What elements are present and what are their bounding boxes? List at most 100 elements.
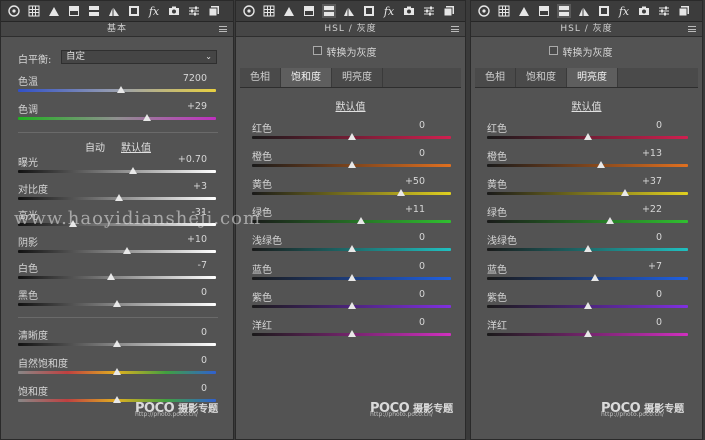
slider-thumb[interactable]: [122, 246, 131, 254]
slider-value[interactable]: -7: [167, 260, 207, 271]
default-button[interactable]: 默认值: [572, 98, 602, 113]
slider-thumb[interactable]: [620, 189, 629, 197]
slider-value[interactable]: +22: [622, 204, 662, 215]
slider-value[interactable]: +3: [167, 181, 207, 192]
panel-menu-icon[interactable]: [219, 26, 227, 32]
panel-menu-icon[interactable]: [451, 26, 459, 32]
slider-thumb[interactable]: [605, 217, 614, 225]
slider-thumb[interactable]: [113, 396, 121, 403]
hsl-icon[interactable]: [322, 4, 336, 18]
slider-thumb[interactable]: [347, 301, 356, 309]
slider-track[interactable]: [487, 164, 688, 168]
slider-thumb[interactable]: [142, 114, 151, 121]
slider-value[interactable]: +7: [622, 261, 662, 272]
split-toning-icon[interactable]: [67, 4, 81, 18]
slider-value[interactable]: +29: [167, 101, 207, 112]
slider-value[interactable]: +10: [167, 234, 207, 245]
slider-track[interactable]: [487, 220, 688, 224]
default-button[interactable]: 默认值: [336, 98, 366, 113]
slider-thumb[interactable]: [114, 193, 123, 201]
panel-menu-icon[interactable]: [688, 26, 696, 32]
slider-thumb[interactable]: [583, 301, 592, 309]
camera-icon[interactable]: [402, 4, 416, 18]
detail-icon[interactable]: [577, 4, 591, 18]
slider-track[interactable]: [487, 276, 688, 280]
slider-value[interactable]: 0: [622, 317, 662, 328]
slider-thumb[interactable]: [116, 86, 125, 93]
slider-value[interactable]: 0: [167, 287, 207, 298]
slider-value[interactable]: +0.70: [167, 154, 207, 165]
detail-icon[interactable]: [107, 4, 121, 18]
slider-thumb[interactable]: [583, 245, 592, 253]
slider-value[interactable]: 0: [385, 232, 425, 243]
slider-thumb[interactable]: [107, 273, 116, 280]
slider-value[interactable]: 0: [167, 383, 207, 394]
camera-icon[interactable]: [167, 4, 181, 18]
slider-thumb[interactable]: [347, 273, 356, 281]
tone-curve-icon[interactable]: [517, 4, 531, 18]
split-toning-icon[interactable]: [537, 4, 551, 18]
lens-icon[interactable]: [127, 4, 141, 18]
fx-icon[interactable]: fx: [617, 4, 631, 18]
slider-thumb[interactable]: [347, 133, 356, 140]
hsl-icon[interactable]: [557, 4, 571, 18]
tab-hue[interactable]: 色相: [475, 68, 516, 87]
slider-value[interactable]: 0: [385, 317, 425, 328]
slider-thumb[interactable]: [397, 189, 406, 197]
slider-value[interactable]: 0: [385, 148, 425, 159]
slider-value[interactable]: +11: [385, 204, 425, 215]
grid-icon[interactable]: [262, 4, 276, 18]
tab-saturation[interactable]: 饱和度: [281, 68, 332, 87]
aperture-icon[interactable]: [242, 4, 256, 18]
grayscale-checkbox[interactable]: [312, 46, 322, 55]
split-toning-icon[interactable]: [302, 4, 316, 18]
tone-curve-icon[interactable]: [47, 4, 61, 18]
sliders-icon[interactable]: [657, 4, 671, 18]
slider-track[interactable]: [252, 192, 451, 196]
slider-track[interactable]: [18, 276, 216, 279]
slider-value[interactable]: 0: [167, 327, 207, 338]
slider-value[interactable]: 7200: [167, 73, 207, 84]
presets-icon[interactable]: [207, 4, 221, 18]
slider-value[interactable]: 0: [385, 289, 425, 300]
tone-curve-icon[interactable]: [282, 4, 296, 18]
slider-value[interactable]: +50: [385, 176, 425, 187]
aperture-icon[interactable]: [477, 4, 491, 18]
slider-thumb[interactable]: [113, 368, 121, 375]
slider-thumb[interactable]: [347, 329, 356, 337]
slider-track[interactable]: [18, 117, 216, 120]
detail-icon[interactable]: [342, 4, 356, 18]
slider-thumb[interactable]: [583, 329, 592, 337]
slider-value[interactable]: 0: [385, 261, 425, 272]
slider-thumb[interactable]: [128, 167, 137, 174]
grayscale-checkbox[interactable]: [548, 46, 558, 55]
slider-thumb[interactable]: [113, 299, 121, 307]
grid-icon[interactable]: [27, 4, 41, 18]
aperture-icon[interactable]: [7, 4, 21, 18]
auto-button[interactable]: 自动: [85, 139, 105, 154]
hsl-icon[interactable]: [87, 4, 101, 18]
slider-track[interactable]: [18, 249, 216, 253]
slider-thumb[interactable]: [590, 273, 599, 281]
presets-icon[interactable]: [677, 4, 691, 18]
slider-value[interactable]: +13: [622, 148, 662, 159]
fx-icon[interactable]: fx: [147, 4, 161, 18]
lens-icon[interactable]: [597, 4, 611, 18]
sliders-icon[interactable]: [422, 4, 436, 18]
slider-value[interactable]: 0: [167, 355, 207, 366]
white-balance-select[interactable]: 自定 ⌄: [61, 50, 217, 64]
slider-value[interactable]: 0: [622, 232, 662, 243]
fx-icon[interactable]: fx: [382, 4, 396, 18]
tab-hue[interactable]: 色相: [240, 68, 281, 87]
slider-track[interactable]: [18, 170, 216, 173]
slider-thumb[interactable]: [357, 217, 366, 225]
slider-track[interactable]: [487, 192, 688, 196]
tab-luminance[interactable]: 明亮度: [332, 68, 383, 87]
camera-icon[interactable]: [637, 4, 651, 18]
slider-value[interactable]: 0: [385, 120, 425, 131]
lens-icon[interactable]: [362, 4, 376, 18]
grid-icon[interactable]: [497, 4, 511, 18]
slider-track[interactable]: [252, 220, 451, 224]
slider-thumb[interactable]: [596, 161, 605, 169]
slider-thumb[interactable]: [347, 161, 356, 169]
